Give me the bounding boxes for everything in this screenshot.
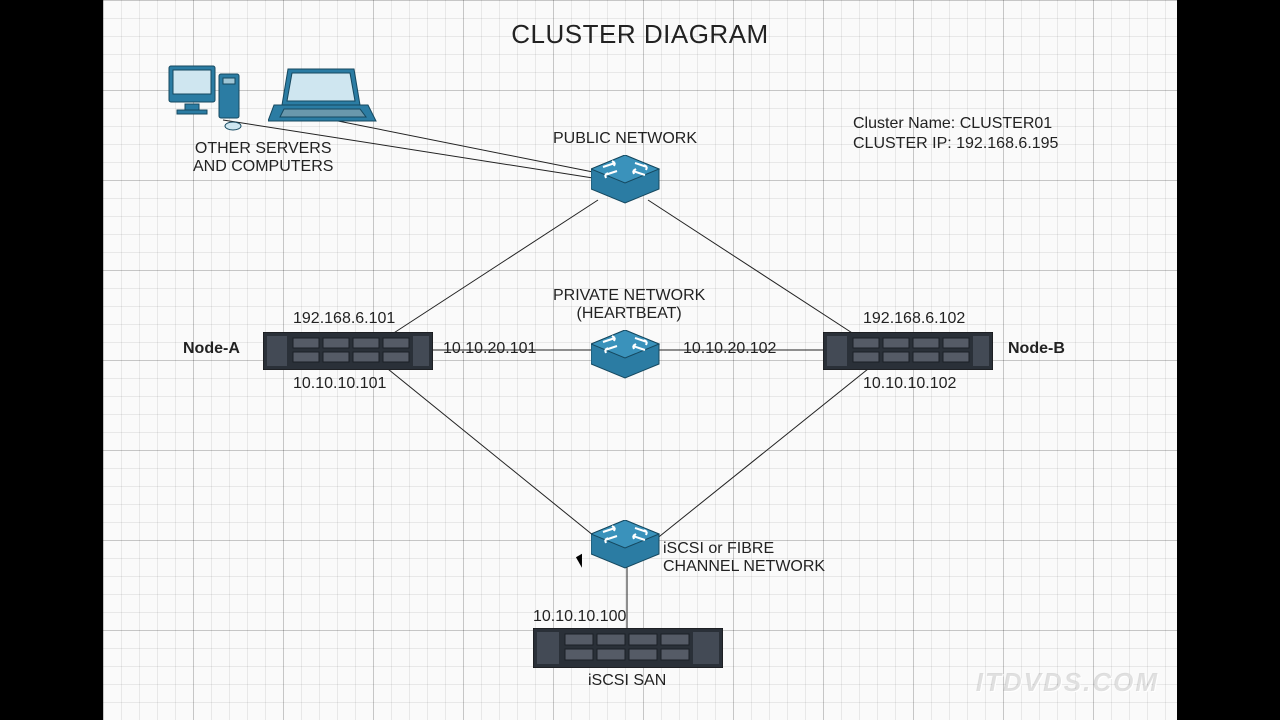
diagram-canvas: CLUSTER DIAGRAM Cluster Name: CLUSTER01 … <box>103 0 1177 720</box>
node-b-public-ip: 192.168.6.102 <box>863 310 965 328</box>
watermark: ITDVDS.COM <box>976 667 1159 698</box>
san-label: iSCSI SAN <box>588 672 666 690</box>
node-a-server-icon <box>263 332 433 370</box>
desktop-pc-icon <box>163 60 253 140</box>
node-b-server-icon <box>823 332 993 370</box>
node-a-private-ip: 10.10.20.101 <box>443 340 536 358</box>
private-network-label: PRIVATE NETWORK (HEARTBEAT) <box>553 287 705 324</box>
node-b-name: Node-B <box>1008 340 1065 358</box>
storage-switch-icon <box>591 520 661 570</box>
node-b-storage-ip: 10.10.10.102 <box>863 375 956 393</box>
node-b-private-ip: 10.10.20.102 <box>683 340 776 358</box>
public-switch-icon <box>591 155 661 205</box>
private-switch-icon <box>591 330 661 380</box>
storage-network-label: iSCSI or FIBRE CHANNEL NETWORK <box>663 540 825 577</box>
cluster-ip-label: CLUSTER IP: 192.168.6.195 <box>853 135 1058 153</box>
node-a-public-ip: 192.168.6.101 <box>293 310 395 328</box>
node-a-name: Node-A <box>183 340 240 358</box>
diagram-title: CLUSTER DIAGRAM <box>103 20 1177 50</box>
node-a-storage-ip: 10.10.10.101 <box>293 375 386 393</box>
san-ip: 10.10.10.100 <box>533 608 626 626</box>
cluster-name-label: Cluster Name: CLUSTER01 <box>853 115 1052 133</box>
laptop-icon <box>268 65 378 135</box>
san-server-icon <box>533 628 723 668</box>
other-servers-label: OTHER SERVERS AND COMPUTERS <box>193 140 333 177</box>
public-network-label: PUBLIC NETWORK <box>553 130 697 148</box>
